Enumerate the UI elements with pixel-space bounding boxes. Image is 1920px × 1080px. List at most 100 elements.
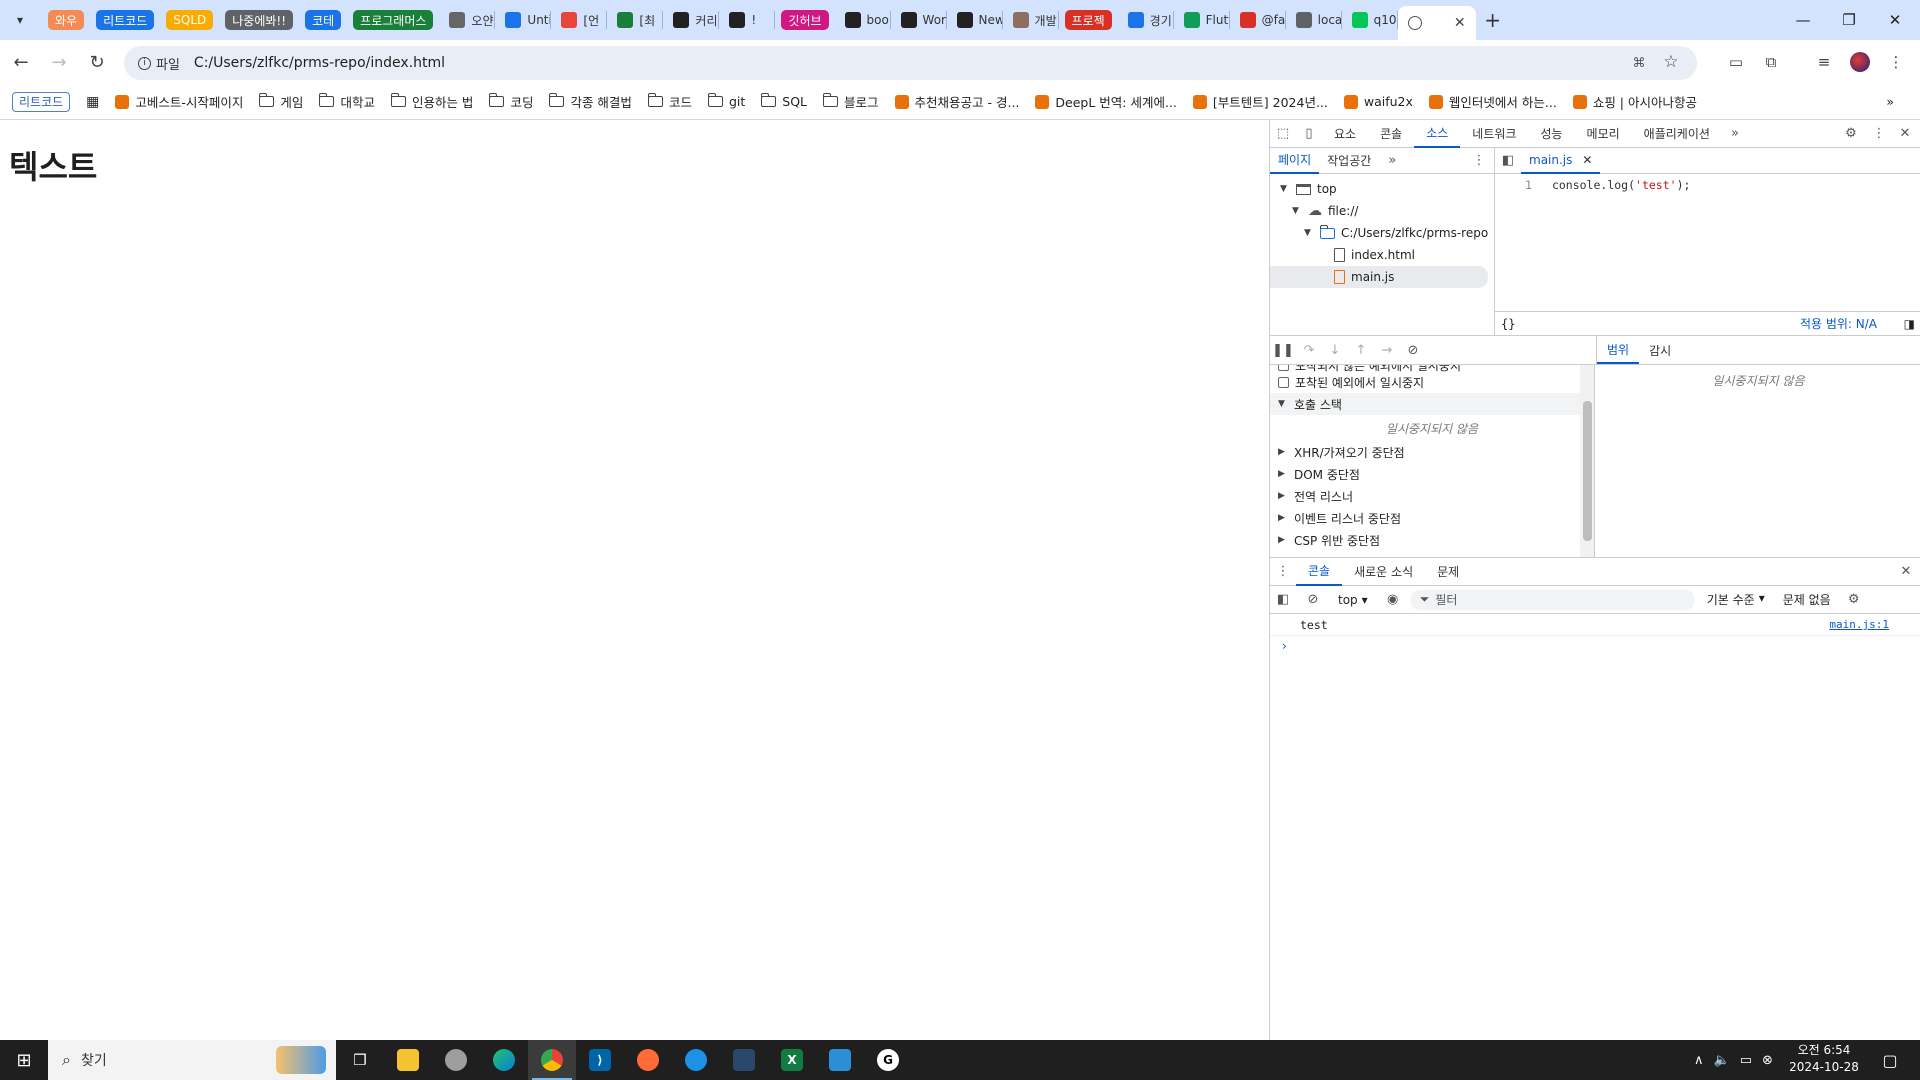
network-icon[interactable]: ▭ bbox=[1740, 1053, 1752, 1068]
devtools-tab[interactable]: 소스 bbox=[1414, 120, 1461, 148]
tab-group-chip[interactable]: 프로그래머스 bbox=[353, 10, 434, 30]
site-info-chip[interactable]: i 파일 bbox=[130, 51, 188, 75]
browser-tab[interactable]: 오얀 bbox=[439, 6, 496, 34]
taskbar-vscode[interactable]: ⟩ bbox=[576, 1040, 624, 1080]
bookmark-pill[interactable]: 리트코드 bbox=[12, 88, 78, 116]
settings-gear-icon[interactable]: ⚙ bbox=[1838, 120, 1864, 148]
bookmark-folder[interactable]: 인용하는 법 bbox=[383, 88, 481, 116]
mute-x-icon[interactable]: ⊗ bbox=[1762, 1053, 1773, 1068]
breakpoint-section[interactable]: ▶ 전역 리스너 bbox=[1270, 485, 1594, 507]
devtools-tab[interactable]: 요소 bbox=[1322, 120, 1368, 148]
breakpoint-section[interactable]: ▶ DOM 중단점 bbox=[1270, 463, 1594, 485]
bookmark-folder[interactable]: 코딩 bbox=[481, 88, 541, 116]
bookmark-folder[interactable]: 코드 bbox=[640, 88, 700, 116]
breakpoint-section[interactable]: ▶ CSP 위반 중단점 bbox=[1270, 529, 1594, 551]
tab-group-github[interactable]: 깃허브 bbox=[781, 10, 829, 30]
profile-avatar[interactable] bbox=[1848, 50, 1872, 74]
console-source-link[interactable]: main.js:1 bbox=[1829, 618, 1889, 631]
minimize-button[interactable]: — bbox=[1780, 0, 1826, 40]
bookmark-site[interactable]: 쇼핑 | 아시아나항공 bbox=[1565, 88, 1705, 116]
more-nav-tabs-icon[interactable]: » bbox=[1379, 148, 1405, 174]
restore-button[interactable]: ❐ bbox=[1826, 0, 1872, 40]
toggle-navigator-icon[interactable]: ◧ bbox=[1495, 148, 1521, 174]
browser-tab[interactable]: 경기 bbox=[1118, 6, 1174, 34]
extensions-icon[interactable]: ⧉ bbox=[1759, 50, 1783, 74]
tab-group-chip[interactable]: 와우 bbox=[48, 10, 85, 30]
tab-search-button[interactable]: ▾ bbox=[6, 6, 34, 34]
tab-watch[interactable]: 감시 bbox=[1639, 336, 1681, 364]
pause-icon[interactable]: ❚❚ bbox=[1270, 336, 1296, 364]
tree-file-main[interactable]: main.js bbox=[1270, 266, 1488, 288]
task-view-button[interactable]: ❒ bbox=[336, 1040, 384, 1080]
close-devtools-icon[interactable]: ✕ bbox=[1892, 120, 1918, 148]
bookmark-site[interactable]: DeepL 번역: 세계에... bbox=[1027, 88, 1184, 116]
forward-button[interactable]: → bbox=[42, 45, 76, 79]
checkbox[interactable] bbox=[1278, 376, 1289, 388]
tab-group-chip[interactable]: 리트코드 bbox=[96, 10, 155, 30]
close-file-icon[interactable]: ✕ bbox=[1582, 153, 1592, 167]
devtools-tab[interactable]: 콘솔 bbox=[1368, 120, 1414, 148]
more-bookmarks-icon[interactable]: » bbox=[1878, 88, 1902, 116]
notification-center-icon[interactable]: ▢ bbox=[1866, 1040, 1914, 1080]
breakpoint-section[interactable]: ▶ 이벤트 리스너 중단점 bbox=[1270, 507, 1594, 529]
cast-icon[interactable]: ▭ bbox=[1724, 50, 1748, 74]
context-selector[interactable]: top ▾ bbox=[1330, 593, 1376, 607]
taskbar-edge[interactable] bbox=[480, 1040, 528, 1080]
browser-tab[interactable]: q10 bbox=[1342, 6, 1398, 34]
devtools-tab[interactable]: 애플리케이션 bbox=[1632, 120, 1722, 148]
tray-chevron-up-icon[interactable]: ∧ bbox=[1694, 1053, 1704, 1068]
clear-console-icon[interactable]: ⊘ bbox=[1300, 586, 1326, 614]
bookmark-site[interactable]: 추천채용공고 - 경... bbox=[887, 88, 1028, 116]
bookmark-folder[interactable]: SQL bbox=[753, 88, 815, 116]
tab-scope[interactable]: 범위 bbox=[1597, 336, 1640, 364]
taskbar-postman[interactable] bbox=[624, 1040, 672, 1080]
bookmark-site[interactable]: 고베스트-시작페이지 bbox=[107, 88, 251, 116]
code-line[interactable]: 1 console.log('test'); bbox=[1495, 174, 1920, 192]
step-out-icon[interactable]: ↑ bbox=[1348, 336, 1374, 364]
tab-group-chip[interactable]: SQLD bbox=[166, 10, 214, 30]
translate-icon[interactable]: ⌘ bbox=[1629, 53, 1649, 73]
tab-page[interactable]: 페이지 bbox=[1270, 148, 1320, 174]
pretty-print-icon[interactable]: {} bbox=[1501, 317, 1515, 331]
menu-kebab-icon[interactable]: ⋮ bbox=[1884, 50, 1908, 74]
editor-tab-main-js[interactable]: main.js ✕ bbox=[1521, 148, 1601, 174]
taskbar-github-desktop[interactable]: G bbox=[864, 1040, 912, 1080]
url-text[interactable]: C:/Users/zlfkc/prms-repo/index.html bbox=[194, 55, 445, 71]
taskbar-excel[interactable]: X bbox=[768, 1040, 816, 1080]
close-tab-icon[interactable]: ✕ bbox=[1454, 15, 1466, 31]
drawer-menu-icon[interactable]: ⋮ bbox=[1270, 558, 1296, 586]
inspect-element-icon[interactable]: ⬚ bbox=[1270, 120, 1296, 148]
step-into-icon[interactable]: ↓ bbox=[1322, 336, 1348, 364]
address-bar[interactable]: i 파일 C:/Users/zlfkc/prms-repo/index.html… bbox=[124, 46, 1697, 80]
step-icon[interactable]: → bbox=[1374, 336, 1400, 364]
deactivate-breakpoints-icon[interactable]: ⊘ bbox=[1400, 336, 1426, 364]
breakpoint-section[interactable]: ▶ XHR/가져오기 중단점 bbox=[1270, 441, 1594, 463]
devtools-tab[interactable]: 성능 bbox=[1528, 120, 1574, 148]
console-filter-input[interactable]: ⏷ 필터 bbox=[1409, 589, 1695, 610]
browser-tab[interactable]: Unti bbox=[495, 6, 552, 34]
tab-group-chip[interactable]: 코테 bbox=[305, 10, 342, 30]
active-tab[interactable]: ✕ bbox=[1397, 6, 1476, 40]
taskbar-app-blue[interactable] bbox=[816, 1040, 864, 1080]
tree-node-top[interactable]: ▼ top bbox=[1270, 178, 1494, 200]
drawer-tab[interactable]: 콘솔 bbox=[1296, 558, 1343, 586]
live-expression-eye-icon[interactable]: ◉ bbox=[1380, 586, 1406, 614]
bookmark-folder[interactable]: 대학교 bbox=[311, 88, 383, 116]
browser-tab[interactable]: Flutt bbox=[1174, 6, 1230, 34]
console-settings-gear-icon[interactable]: ⚙ bbox=[1841, 586, 1867, 614]
bookmark-folder[interactable]: git bbox=[700, 88, 753, 116]
browser-tab[interactable]: Wor bbox=[891, 6, 947, 34]
bookmark-site[interactable]: waifu2x bbox=[1336, 88, 1421, 116]
browser-tab[interactable]: New bbox=[947, 6, 1003, 34]
reload-button[interactable]: ↻ bbox=[80, 45, 114, 79]
log-levels-dropdown[interactable]: 기본 수준 ▾ bbox=[1699, 591, 1773, 608]
devtools-tab[interactable]: 메모리 bbox=[1575, 120, 1632, 148]
bookmark-folder[interactable]: 게임 bbox=[251, 88, 311, 116]
browser-tab[interactable]: bool bbox=[835, 6, 891, 34]
browser-tab[interactable]: [최 bbox=[607, 6, 664, 34]
devtools-menu-icon[interactable]: ⋮ bbox=[1866, 120, 1892, 148]
browser-tab[interactable]: [언 bbox=[551, 6, 608, 34]
taskbar-mysql-workbench[interactable] bbox=[720, 1040, 768, 1080]
browser-tab[interactable]: loca bbox=[1286, 6, 1342, 34]
scrollbar-thumb[interactable] bbox=[1583, 401, 1592, 541]
